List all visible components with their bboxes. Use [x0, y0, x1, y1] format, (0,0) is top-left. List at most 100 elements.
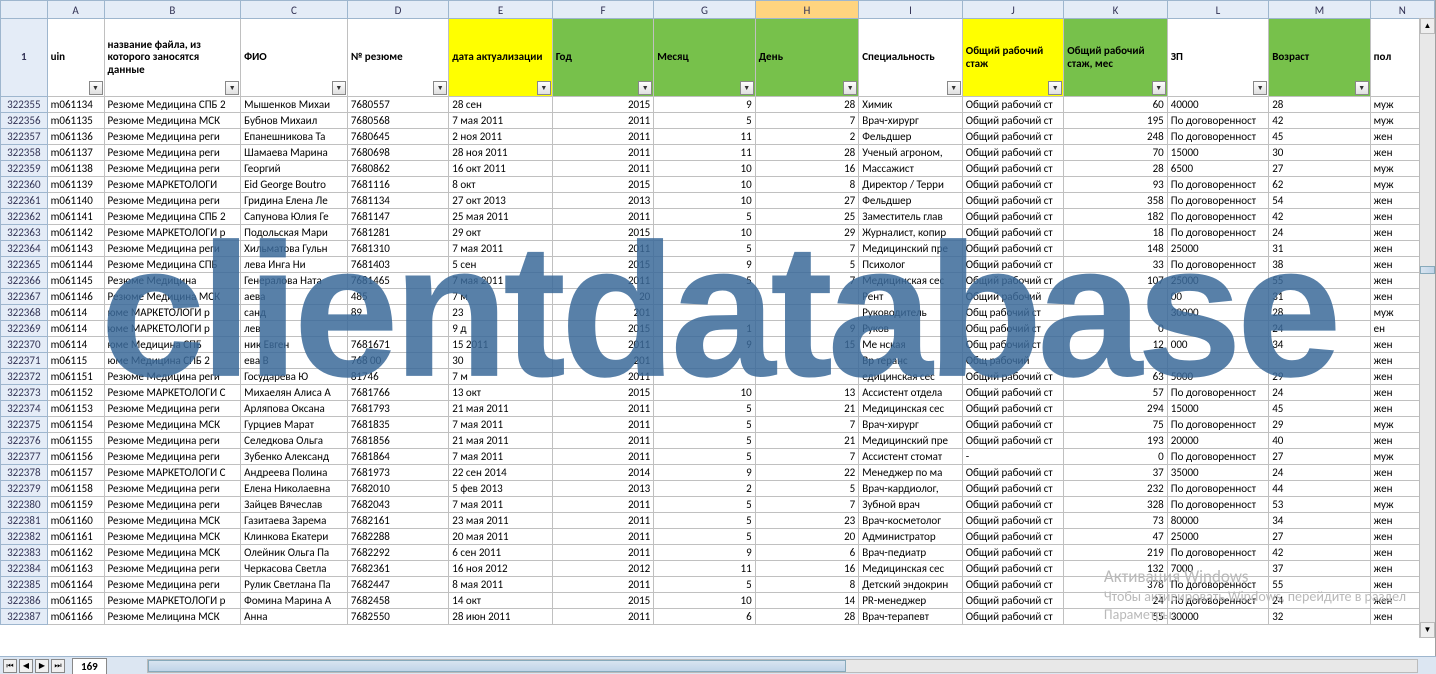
cell[interactable]: Мышенков Михаи [241, 97, 348, 113]
cell[interactable]: 5 [654, 449, 755, 465]
cell[interactable]: Общий рабочий ст [962, 273, 1063, 289]
cell[interactable]: 28 [1269, 305, 1370, 321]
cell[interactable]: санд [241, 305, 348, 321]
filter-dropdown-icon[interactable]: ▼ [225, 81, 239, 95]
cell[interactable]: Резюме Медицина реги [104, 497, 241, 513]
row-header[interactable]: 322356 [1, 113, 48, 129]
cell[interactable]: 37 [1064, 465, 1168, 481]
cell[interactable]: 7681793 [347, 401, 448, 417]
cell[interactable]: Фельдшер [859, 193, 963, 209]
cell[interactable]: Шамаева Марина [241, 145, 348, 161]
column-header-M[interactable]: M [1269, 1, 1370, 19]
cell[interactable]: Общий рабочий ст [962, 401, 1063, 417]
cell[interactable]: 34 [1269, 337, 1370, 353]
cell[interactable]: Общий рабочий ст [962, 193, 1063, 209]
cell[interactable]: 63 [1064, 369, 1168, 385]
cell[interactable]: Резюме Медицина реги [104, 401, 241, 417]
column-header-F[interactable]: F [552, 1, 653, 19]
cell[interactable]: Хильматова Гульн [241, 241, 348, 257]
cell[interactable]: m061155 [47, 433, 104, 449]
cell[interactable]: Общий рабочий ст [962, 609, 1063, 625]
cell[interactable]: 7680862 [347, 161, 448, 177]
cell[interactable]: 23 [449, 305, 553, 321]
cell[interactable]: Резюме Медицина реги [104, 369, 241, 385]
row-header[interactable]: 322387 [1, 609, 48, 625]
cell[interactable]: 7 мая 2011 [449, 417, 553, 433]
cell[interactable]: 37 [1269, 561, 1370, 577]
cell[interactable]: 9 д [449, 321, 553, 337]
cell[interactable]: Резюме Медицина МСК [104, 417, 241, 433]
cell[interactable]: 2011 [552, 577, 653, 593]
cell[interactable]: m061166 [47, 609, 104, 625]
cell[interactable]: 22 [755, 465, 859, 481]
cell[interactable]: 23 [755, 513, 859, 529]
cell[interactable]: 193 [1064, 433, 1168, 449]
cell[interactable]: 34 [1269, 513, 1370, 529]
cell[interactable]: m061154 [47, 417, 104, 433]
cell[interactable]: 0 [1064, 321, 1168, 337]
cell[interactable]: Бубнов Михаил [241, 113, 348, 129]
cell[interactable]: Ученый агроном, [859, 145, 963, 161]
cell[interactable]: Психолог [859, 257, 963, 273]
column-header-A[interactable]: A [47, 1, 104, 19]
cell[interactable] [1064, 289, 1168, 305]
cell[interactable]: 27 окт 2013 [449, 193, 553, 209]
cell[interactable]: 60 [1064, 97, 1168, 113]
cell[interactable]: Резюме Медицина реги [104, 561, 241, 577]
cell[interactable]: 57 [1064, 385, 1168, 401]
cell[interactable]: 2015 [552, 321, 653, 337]
cell[interactable]: 9 [654, 337, 755, 353]
cell[interactable]: 7682161 [347, 513, 448, 529]
cell[interactable]: Администратор [859, 529, 963, 545]
cell[interactable]: 54 [1269, 193, 1370, 209]
row-header[interactable]: 322357 [1, 129, 48, 145]
cell[interactable]: Общий рабочий ст [962, 497, 1063, 513]
cell[interactable]: 2011 [552, 113, 653, 129]
cell[interactable]: Резюме Медицина реги [104, 449, 241, 465]
cell[interactable]: 20 [552, 289, 653, 305]
row-header[interactable]: 322386 [1, 593, 48, 609]
cell[interactable]: Гридина Елена Ле [241, 193, 348, 209]
cell[interactable]: 40000 [1167, 97, 1268, 113]
cell[interactable]: 9 [654, 257, 755, 273]
cell[interactable]: 30000 [1167, 305, 1268, 321]
row-header[interactable]: 322359 [1, 161, 48, 177]
cell[interactable]: m061135 [47, 113, 104, 129]
cell[interactable]: 219 [1064, 545, 1168, 561]
filter-dropdown-icon[interactable]: ▼ [740, 81, 754, 95]
row-header[interactable]: 322376 [1, 433, 48, 449]
cell[interactable]: Клинкова Екатери [241, 529, 348, 545]
cell[interactable]: Медицинская сес [859, 401, 963, 417]
cell[interactable]: 11 [654, 145, 755, 161]
cell[interactable]: 2011 [552, 545, 653, 561]
cell[interactable]: Общий рабочий ст [962, 561, 1063, 577]
cell[interactable]: По договоренност [1167, 449, 1268, 465]
cell[interactable]: юме Медицина СПБ 2 [104, 353, 241, 369]
cell[interactable]: Детский эндокрин [859, 577, 963, 593]
cell[interactable]: 5 [654, 417, 755, 433]
cell[interactable]: 30 [1269, 145, 1370, 161]
row-header[interactable]: 322368 [1, 305, 48, 321]
cell[interactable]: По договоренност [1167, 129, 1268, 145]
row-header[interactable]: 322371 [1, 353, 48, 369]
cell[interactable]: Сапунова Юлия Ге [241, 209, 348, 225]
cell[interactable] [654, 369, 755, 385]
column-header-G[interactable]: G [654, 1, 755, 19]
column-header-C[interactable]: C [241, 1, 348, 19]
cell[interactable]: По договоренност [1167, 257, 1268, 273]
cell[interactable]: 378 [1064, 577, 1168, 593]
cell[interactable]: PR-менеджер [859, 593, 963, 609]
column-header-J[interactable]: J [962, 1, 1063, 19]
cell[interactable]: 28 [1269, 97, 1370, 113]
row-header[interactable]: 322365 [1, 257, 48, 273]
cell[interactable]: 7 [755, 449, 859, 465]
filter-dropdown-icon[interactable]: ▼ [1152, 81, 1166, 95]
cell[interactable]: 24 [1269, 385, 1370, 401]
cell[interactable]: Медицинский пре [859, 433, 963, 449]
cell[interactable]: m061144 [47, 257, 104, 273]
cell[interactable]: m061137 [47, 145, 104, 161]
cell[interactable]: 42 [1269, 545, 1370, 561]
row-header[interactable]: 322370 [1, 337, 48, 353]
cell[interactable]: 7 мая 2011 [449, 241, 553, 257]
horizontal-scroll-thumb[interactable] [148, 660, 846, 672]
